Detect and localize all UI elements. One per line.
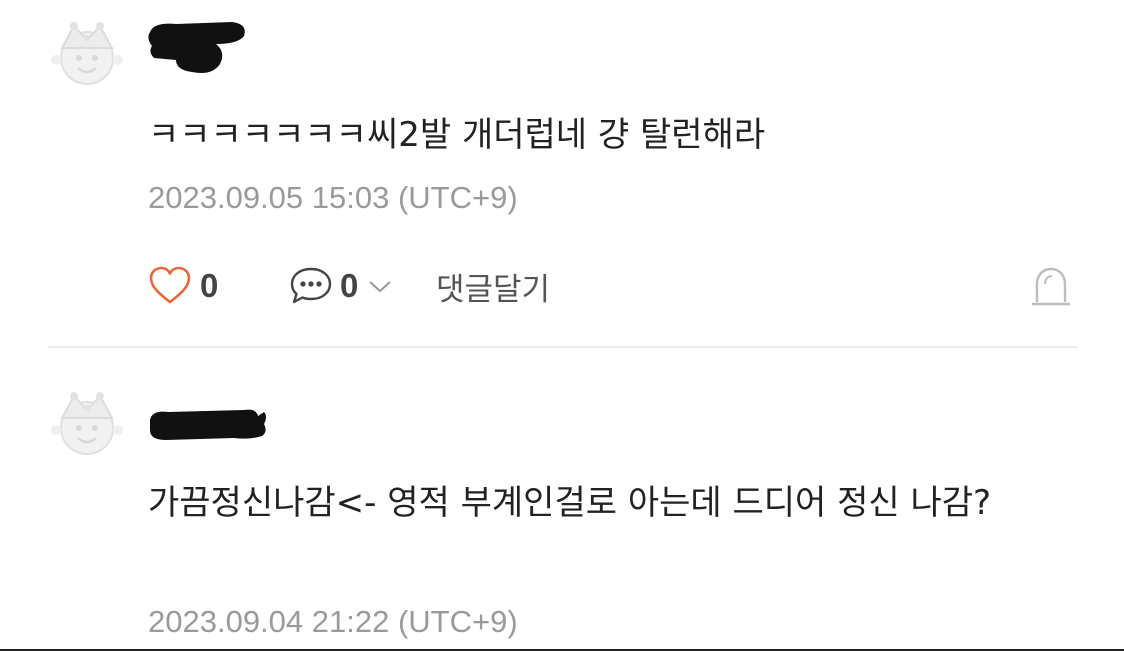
jester-avatar-icon[interactable] (48, 386, 126, 464)
comment-timestamp: 2023.09.05 15:03 (UTC+9) (148, 180, 518, 215)
comment-timestamp: 2023.09.04 21:22 (UTC+9) (148, 604, 518, 639)
comment-item: ㅋㅋㅋㅋㅋㅋㅋ씨2발 개더럽네 걍 탈런해라 2023.09.05 15:03 … (0, 0, 1124, 346)
comment-text: 가끔정신나감<- 영적 부계인걸로 아는데 드디어 정신 나감? (148, 483, 992, 523)
heart-icon (148, 266, 192, 306)
like-count: 0 (200, 267, 219, 304)
reply-button-label: 댓글달기 (436, 271, 551, 308)
comment-item: 가끔정신나감<- 영적 부계인걸로 아는데 드디어 정신 나감? 2023.09… (0, 348, 1124, 648)
username-redacted (146, 18, 256, 82)
replies-toggle[interactable]: 0 (288, 262, 394, 310)
jester-avatar-icon[interactable] (48, 16, 126, 94)
chevron-down-icon (366, 276, 394, 296)
username-redacted (146, 404, 270, 448)
siren-icon (1028, 262, 1074, 310)
like-button[interactable]: 0 (148, 262, 218, 310)
reply-button[interactable]: 댓글달기 (436, 262, 550, 310)
speech-bubble-icon (288, 265, 334, 307)
report-button[interactable] (1028, 262, 1074, 310)
reply-count: 0 (340, 267, 359, 304)
comment-text: ㅋㅋㅋㅋㅋㅋㅋ씨2발 개더럽네 걍 탈런해라 (148, 115, 766, 155)
comment-actions: 0 0 댓글달기 (148, 262, 1078, 310)
